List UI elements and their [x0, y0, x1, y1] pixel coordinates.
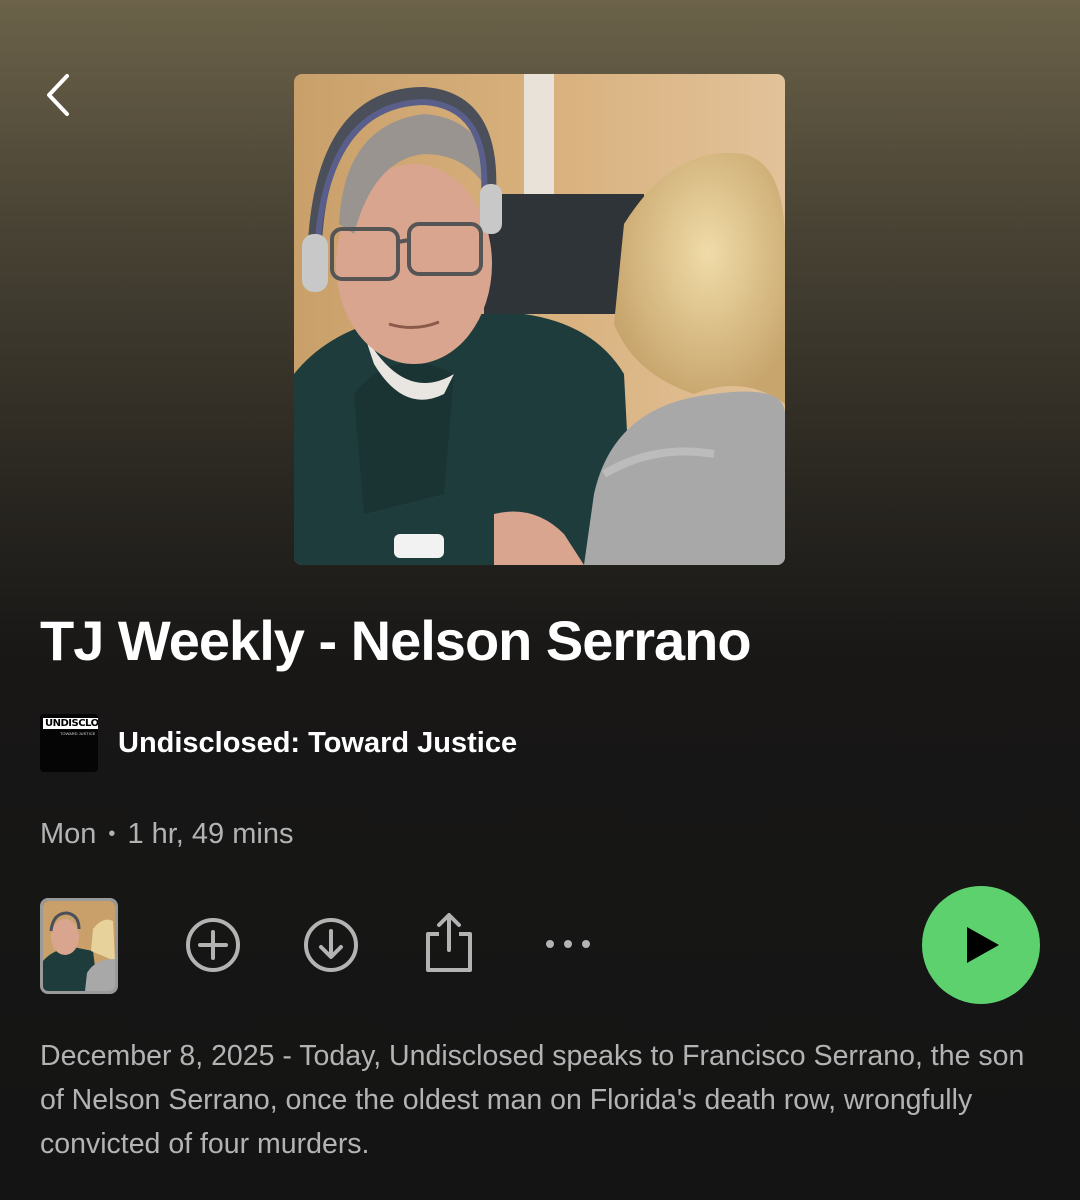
download-circle-icon[interactable]: [302, 916, 360, 974]
back-button[interactable]: [36, 70, 80, 120]
play-icon: [967, 927, 999, 963]
show-name[interactable]: Undisclosed: Toward Justice: [118, 727, 517, 760]
play-button[interactable]: [922, 886, 1040, 1004]
meta-separator: •: [108, 823, 116, 845]
action-bar: [0, 886, 1080, 1006]
more-horizontal-icon[interactable]: [540, 934, 596, 954]
chevron-left-icon: [47, 74, 69, 116]
episode-cover-image: [294, 74, 785, 565]
episode-meta: Mon • 1 hr, 49 mins: [40, 818, 293, 851]
episode-title: TJ Weekly - Nelson Serrano: [40, 609, 752, 672]
show-link[interactable]: UNDISCLOSED TOWARD JUSTICE Undisclosed: …: [40, 714, 517, 772]
show-thumbnail: UNDISCLOSED TOWARD JUSTICE: [40, 714, 98, 772]
episode-preview-button[interactable]: [40, 898, 118, 994]
show-logo-subtext: TOWARD JUSTICE: [60, 731, 96, 736]
episode-description: December 8, 2025 - Today, Undisclosed sp…: [40, 1040, 1025, 1160]
share-icon[interactable]: [422, 912, 476, 974]
episode-duration: 1 hr, 49 mins: [127, 818, 294, 850]
release-day: Mon: [40, 818, 97, 850]
show-logo-text: UNDISCLOSED: [43, 718, 98, 729]
plus-circle-icon[interactable]: [184, 916, 242, 974]
